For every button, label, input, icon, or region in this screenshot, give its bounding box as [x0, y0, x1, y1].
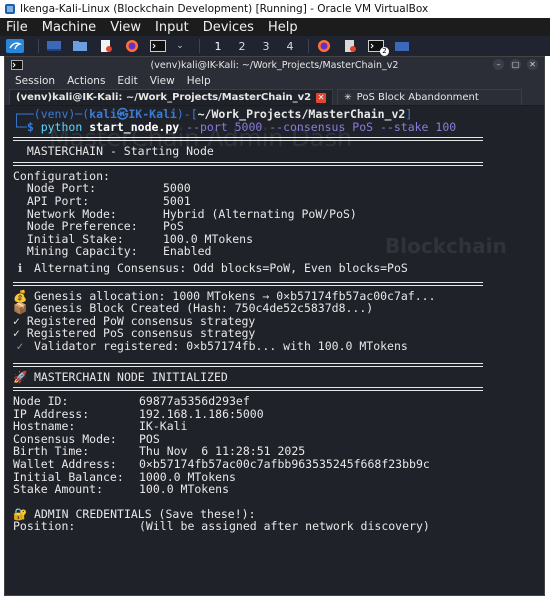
double-rule [13, 387, 483, 392]
panel-separator [308, 39, 309, 53]
asterisk-icon: ✳ [344, 92, 352, 103]
position-row: Position: (Will be assigned after network… [13, 519, 430, 534]
file-manager-icon[interactable] [71, 39, 89, 53]
terminal-menubar: Session Actions Edit View Help [5, 73, 544, 89]
prompt-line-2: └─$ python start_node.py --port 5000 --c… [13, 119, 457, 134]
terminal-task-icon[interactable]: 2 [367, 39, 389, 56]
terminal-window-icon [11, 60, 23, 70]
panel-separator [38, 39, 39, 53]
double-rule [13, 137, 483, 142]
menu-machine[interactable]: Machine [42, 20, 96, 35]
double-rule [13, 281, 483, 286]
starting-node-header: MASTERCHAIN - Starting Node [26, 144, 214, 159]
config-row: Node Port: 5000 [13, 181, 191, 196]
editor-task-icon[interactable] [341, 39, 359, 53]
node-info-row: Stake Amount: 100.0 MTokens [13, 482, 230, 497]
double-rule [13, 161, 483, 166]
tab-pos-block-abandonment[interactable]: ✳ PoS Block Abandonment [337, 89, 523, 105]
menu-session[interactable]: Session [15, 75, 55, 87]
vbox-title-bar: Ikenga-Kali-Linux (Blockchain Developmen… [0, 0, 550, 18]
double-rule [13, 362, 483, 367]
panel-separator [199, 39, 200, 53]
kali-top-panel: ⌄ 1 2 3 4 2 [0, 36, 550, 56]
menu-file[interactable]: File [6, 20, 28, 35]
kali-menu-icon[interactable] [6, 39, 24, 53]
terminal-count-badge: 2 [380, 47, 389, 56]
text-editor-icon[interactable] [97, 39, 115, 53]
workspace-1[interactable]: 1 [206, 40, 230, 53]
config-row: Mining Capacity: Enabled [13, 244, 212, 259]
menu-input[interactable]: Input [155, 20, 189, 35]
vbox-menubar: File Machine View Input Devices Help [0, 18, 550, 36]
menu-view[interactable]: View [150, 75, 175, 87]
workspace-4[interactable]: 4 [278, 40, 302, 53]
terminal-icon[interactable] [149, 39, 167, 53]
menu-help[interactable]: Help [268, 20, 298, 35]
virtualbox-icon [4, 3, 16, 15]
terminal-window-title: (venv)kali@IK-Kali: ~/Work_Projects/Mast… [150, 59, 399, 71]
tab-label: (venv)kali@IK-Kali: ~/Work_Projects/Mast… [16, 92, 312, 103]
window-task-icon[interactable] [393, 39, 411, 53]
close-icon[interactable]: ✕ [527, 59, 538, 70]
terminal-window: (venv)kali@IK-Kali: ~/Work_Projects/Mast… [4, 56, 545, 596]
terminal-tab-bar: (venv)kali@IK-Kali: ~/Work_Projects/Mast… [5, 89, 544, 106]
maximize-icon[interactable]: □ [510, 59, 521, 70]
config-row: Node Preference: PoS [13, 219, 184, 234]
terminal-output[interactable]: MasterChain Admin Dash Blockchain ┌──(ve… [5, 106, 544, 580]
vbox-window-title: Ikenga-Kali-Linux (Blockchain Developmen… [20, 3, 429, 15]
tab-label: PoS Block Abandonment [356, 92, 479, 103]
node-info-row: Wallet Address: 0×b57174fb57ac00c7afbb963… [13, 457, 430, 472]
tab-close-icon[interactable]: ✕ [316, 92, 327, 103]
node-initialized-header: 🚀 MASTERCHAIN NODE INITIALIZED [13, 369, 228, 384]
menu-actions[interactable]: Actions [67, 75, 105, 87]
alternating-consensus-line: ℹ Alternating Consensus: Odd blocks=PoW,… [13, 262, 544, 275]
tab-masterchain[interactable]: (venv)kali@IK-Kali: ~/Work_Projects/Mast… [9, 89, 334, 105]
desktop-icon[interactable] [45, 39, 63, 53]
menu-devices[interactable]: Devices [203, 20, 254, 35]
menu-edit[interactable]: Edit [117, 75, 137, 87]
validator-line: ✓ Validator registered: 0×b57174fb... wi… [13, 340, 544, 353]
node-info-row: IP Address: 192.168.1.186:5000 [13, 406, 264, 421]
menu-view[interactable]: View [110, 20, 141, 35]
workspace-3[interactable]: 3 [254, 40, 278, 53]
check-icon: ✓ [16, 338, 24, 353]
node-info-row: Hostname: IK-Kali [13, 419, 188, 434]
node-info-row: Node ID: 69877a5356d293ef [13, 394, 250, 409]
info-icon: ℹ [17, 260, 23, 275]
rocket-icon: 🚀 [13, 369, 28, 384]
terminal-titlebar: (venv)kali@IK-Kali: ~/Work_Projects/Mast… [5, 57, 544, 73]
menu-help[interactable]: Help [187, 75, 211, 87]
window-controls: – □ ✕ [493, 59, 538, 70]
minimize-icon[interactable]: – [493, 59, 504, 70]
workspace-2[interactable]: 2 [230, 40, 254, 53]
firefox-task-icon[interactable] [315, 39, 333, 53]
chevron-down-icon[interactable]: ⌄ [175, 39, 185, 53]
firefox-icon[interactable] [123, 39, 141, 53]
